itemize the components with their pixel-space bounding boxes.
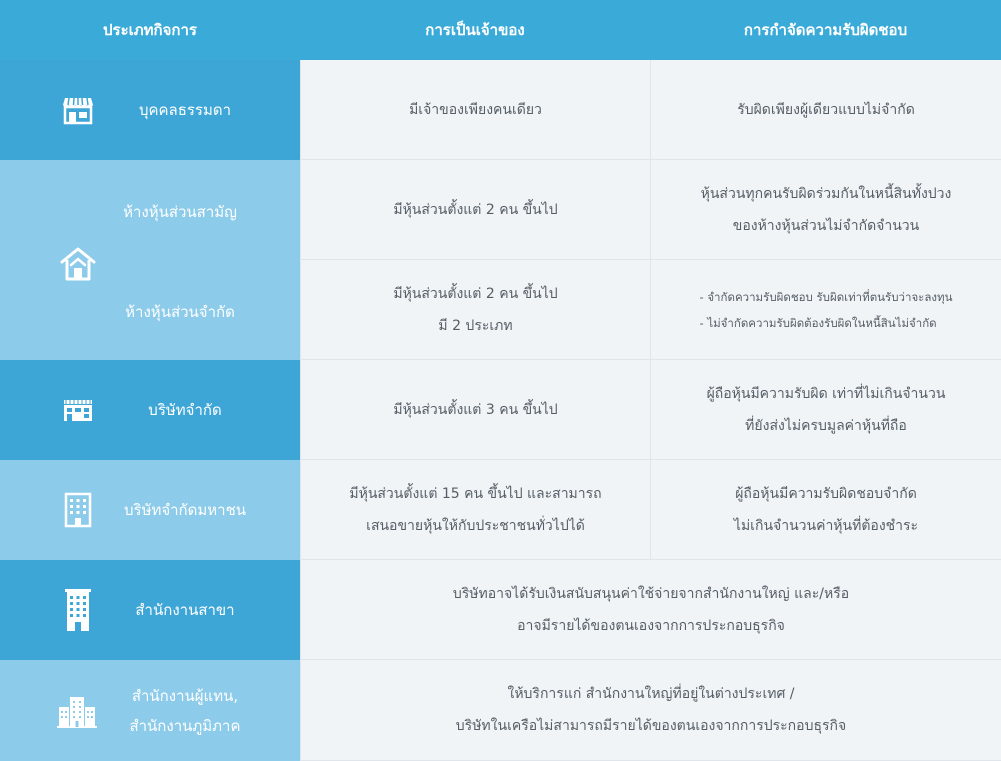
liability-line: - จำกัดความรับผิดชอบ รับผิดเท่าที่ตนรับว… bbox=[699, 289, 953, 304]
shop-building-icon bbox=[64, 400, 92, 421]
liability-line: รับผิดเพียงผู้เดียวแบบไม่จำกัด bbox=[737, 101, 915, 118]
ownership-cell: มีหุ้นส่วนตั้งแต่ 15 คน ขึ้นไป และสามารถ… bbox=[300, 460, 650, 560]
type-representative-office: สำนักงานผู้แทน, สำนักงานภูมิภาค bbox=[0, 660, 300, 761]
type-sole-proprietor: บุคคลธรรมดา bbox=[0, 60, 300, 160]
header-ownership: การเป็นเจ้าของ bbox=[300, 0, 650, 60]
liability-cell: ผู้ถือหุ้นมีความรับผิดชอบจำกัด ไม่เกินจำ… bbox=[650, 460, 1001, 560]
liability-cell: รับผิดเพียงผู้เดียวแบบไม่จำกัด bbox=[650, 60, 1001, 160]
type-label: บริษัทจำกัดมหาชน bbox=[123, 501, 247, 519]
liability-line: - ไม่จำกัดความรับผิดต้องรับผิดในหนี้สินไ… bbox=[699, 315, 937, 330]
type-label: สำนักงานสาขา bbox=[135, 601, 235, 619]
liability-cell: ผู้ถือหุ้นมีความรับผิด เท่าที่ไม่เกินจำน… bbox=[650, 360, 1001, 460]
type-label-line: สำนักงานผู้แทน, bbox=[131, 686, 239, 705]
type-public-company: บริษัทจำกัดมหาชน bbox=[0, 460, 300, 560]
header-liability: การกำจัดความรับผิดชอบ bbox=[650, 0, 1001, 60]
description-cell: ให้บริการแก่ สำนักงานใหญ่ที่อยู่ในต่างปร… bbox=[300, 660, 1001, 761]
description-line: อาจมีรายได้ของตนเองจากการประกอบธุรกิจ bbox=[517, 617, 785, 634]
office-building-icon bbox=[64, 492, 92, 528]
liability-line: ไม่เกินจำนวนค่าหุ้นที่ต้องชำระ bbox=[733, 517, 919, 534]
ownership-line: มีหุ้นส่วนตั้งแต่ 15 คน ขึ้นไป และสามารถ bbox=[349, 485, 602, 502]
description-cell: บริษัทอาจได้รับเงินสนับสนุนค่าใช้จ่ายจาก… bbox=[300, 560, 1001, 660]
ownership-line: มีหุ้นส่วนตั้งแต่ 2 คน ขึ้นไป bbox=[393, 201, 558, 218]
type-label-limited-partnership: ห้างหุ้นส่วนจำกัด bbox=[125, 303, 235, 321]
header-business-type: ประเภทกิจการ bbox=[0, 0, 300, 60]
liability-line: ของห้างหุ้นส่วนไม่จำกัดจำนวน bbox=[732, 217, 920, 234]
description-line: บริษัทในเครือไม่สามารถมีรายได้ของตนเองจา… bbox=[455, 718, 847, 734]
liability-cell: หุ้นส่วนทุกคนรับผิดร่วมกันในหนี้สินทั้งป… bbox=[650, 160, 1001, 260]
type-label: บริษัทจำกัด bbox=[148, 401, 222, 419]
business-type-table: ประเภทกิจการ การเป็นเจ้าของ การกำจัดความ… bbox=[0, 0, 1001, 761]
type-company-limited: บริษัทจำกัด bbox=[0, 360, 300, 460]
ownership-line: มีหุ้นส่วนตั้งแต่ 3 คน ขึ้นไป bbox=[393, 401, 558, 418]
ownership-line: เสนอขายหุ้นให้กับประชาชนทั่วไปได้ bbox=[366, 517, 585, 534]
tower-building-icon bbox=[65, 589, 91, 631]
type-label-line: สำนักงานภูมิภาค bbox=[129, 716, 241, 735]
liability-line: ผู้ถือหุ้นมีความรับผิดชอบจำกัด bbox=[735, 485, 917, 502]
ownership-cell: มีหุ้นส่วนตั้งแต่ 2 คน ขึ้นไป มี 2 ประเภ… bbox=[300, 260, 650, 360]
liability-cell: - จำกัดความรับผิดชอบ รับผิดเท่าที่ตนรับว… bbox=[650, 260, 1001, 360]
ownership-line: มี 2 ประเภท bbox=[438, 317, 513, 334]
type-label: บุคคลธรรมดา bbox=[138, 101, 232, 119]
ownership-cell: มีเจ้าของเพียงคนเดียว bbox=[300, 60, 650, 160]
ownership-line: มีหุ้นส่วนตั้งแต่ 2 คน ขึ้นไป bbox=[393, 285, 558, 302]
type-label: สำนักงานผู้แทน, สำนักงานภูมิภาค bbox=[120, 681, 250, 741]
city-buildings-icon bbox=[57, 696, 97, 728]
liability-line: ผู้ถือหุ้นมีความรับผิด เท่าที่ไม่เกินจำน… bbox=[706, 385, 946, 402]
liability-line: ที่ยังส่งไม่ครบมูลค่าหุ้นที่ถือ bbox=[745, 417, 907, 434]
description-line: ให้บริการแก่ สำนักงานใหญ่ที่อยู่ในต่างปร… bbox=[507, 686, 795, 702]
description-line: บริษัทอาจได้รับเงินสนับสนุนค่าใช้จ่ายจาก… bbox=[452, 585, 850, 602]
liability-line: หุ้นส่วนทุกคนรับผิดร่วมกันในหนี้สินทั้งป… bbox=[700, 185, 952, 202]
ownership-cell: มีหุ้นส่วนตั้งแต่ 3 คน ขึ้นไป bbox=[300, 360, 650, 460]
house-icon bbox=[60, 247, 96, 281]
type-partnership: ห้างหุ้นส่วนสามัญ ห้างหุ้นส่วนจำกัด bbox=[0, 160, 300, 360]
storefront-icon bbox=[63, 97, 93, 125]
ownership-cell: มีหุ้นส่วนตั้งแต่ 2 คน ขึ้นไป bbox=[300, 160, 650, 260]
type-label-ordinary-partnership: ห้างหุ้นส่วนสามัญ bbox=[123, 203, 237, 221]
type-branch-office: สำนักงานสาขา bbox=[0, 560, 300, 660]
ownership-line: มีเจ้าของเพียงคนเดียว bbox=[409, 101, 542, 118]
